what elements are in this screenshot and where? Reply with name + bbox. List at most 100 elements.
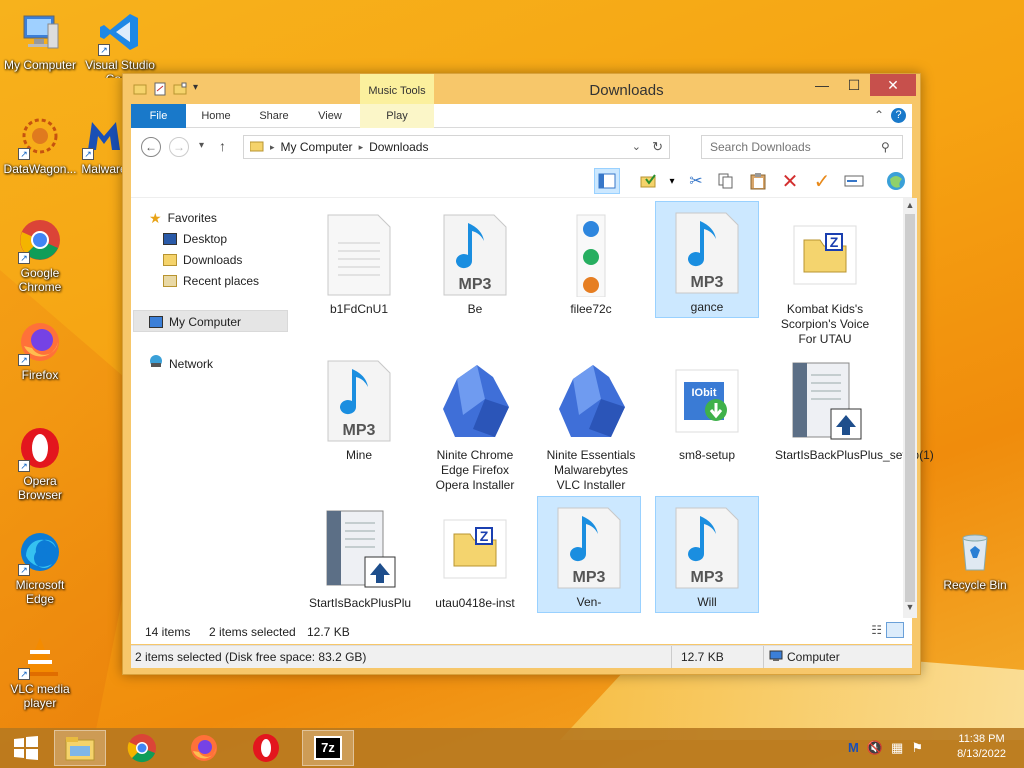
status-bar: 2 items selected (Disk free space: 83.2 … [131,645,912,668]
cut-icon[interactable]: ✂ [683,168,709,194]
tab-home[interactable]: Home [191,104,241,128]
chevron-up-icon[interactable]: ⌃ [874,108,884,122]
volume-muted-icon[interactable]: 🔇 [867,740,883,756]
recent-locations-chevron-icon[interactable]: ▾ [199,140,204,151]
tab-share[interactable]: Share [249,104,299,128]
breadcrumb-my-computer[interactable]: My Computer [281,140,353,154]
up-arrow-icon[interactable]: ↑ [219,138,226,154]
desktop-icon-vlc[interactable]: ↗ VLC media player [0,632,80,710]
action-center-icon[interactable]: ⚑ [911,740,923,756]
svg-text:IObit: IObit [691,387,716,399]
desktop-icon-opera[interactable]: ↗ Opera Browser [0,424,80,502]
file-item[interactable]: Z utau0418e-inst [423,498,527,613]
explorer-window[interactable]: ▾ Music Tools Downloads — ☐ ✕ File Home … [122,73,934,675]
breadcrumb-downloads[interactable]: Downloads [369,140,428,154]
preview-pane-icon[interactable] [594,168,620,194]
forward-button[interactable]: → [169,137,189,157]
file-name: Kombat Kids's Scorpion's Voice For UTAU [780,302,870,346]
maximize-button[interactable]: ☐ [838,74,870,96]
network-tray-icon[interactable]: ▦ [891,740,903,756]
desktop-icon-chrome[interactable]: ↗ Google Chrome [0,216,80,294]
refresh-icon[interactable]: ↻ [652,139,663,155]
scroll-down-icon[interactable]: ▼ [903,602,917,616]
nav-my-computer[interactable]: My Computer [149,312,241,332]
tab-view[interactable]: View [305,104,355,128]
file-item-selected[interactable]: MP3 gance [655,201,759,318]
file-name: sm8-setup [678,448,736,462]
svg-text:MP3: MP3 [459,276,492,293]
file-item[interactable]: filee72c [539,204,643,319]
start-button[interactable] [0,730,52,766]
system-tray: M 🔇 ▦ ⚑ [848,740,923,756]
tab-file[interactable]: File [131,104,186,128]
scrollbar-thumb[interactable] [905,214,915,602]
nav-downloads[interactable]: Downloads [163,250,242,270]
ninite-icon [543,354,639,448]
nav-favorites[interactable]: ★ Favorites [149,208,217,228]
taskbar-file-explorer[interactable] [54,730,106,766]
desktop-icon [163,233,177,245]
svg-text:Z: Z [480,528,489,544]
desktop-icon-datawagon[interactable]: ↗ DataWagon... [0,112,80,176]
tab-play[interactable]: Play [360,104,434,128]
vertical-scrollbar[interactable]: ▲ ▼ [903,198,917,618]
file-item[interactable]: IObit sm8-setup [655,350,759,465]
mp3-file-icon: MP3 [427,208,523,302]
mp3-file-icon: MP3 [311,354,407,448]
file-item[interactable]: Ninite Chrome Edge Firefox Opera Install… [423,350,527,495]
desktop-icon-recycle-bin[interactable]: Recycle Bin [935,528,1015,592]
desktop-icon-firefox[interactable]: ↗ Firefox [0,318,80,382]
details-view-icon[interactable]: ☷ [871,623,882,637]
large-icons-view-icon[interactable] [886,622,904,638]
chevron-down-icon[interactable]: ▾ [659,168,685,194]
copy-icon[interactable] [713,168,739,194]
help-icon[interactable]: ? [891,108,906,123]
search-input[interactable] [701,135,903,159]
nav-desktop[interactable]: Desktop [163,229,227,249]
taskbar-7zip[interactable]: 7z [302,730,354,766]
desktop-icon-malwarebytes[interactable]: ↗ Malware [80,112,128,176]
svg-text:MP3: MP3 [691,274,724,291]
status-selection-info: 2 items selected (Disk free space: 83.2 … [135,650,367,664]
compressed-folder-icon: Z [427,502,523,596]
taskbar-opera[interactable] [240,730,292,766]
selected-size: 12.7 KB [307,625,350,639]
checkmark-icon[interactable]: ✓ [809,168,835,194]
delete-icon[interactable]: ✕ [777,168,803,194]
file-item[interactable]: MP3 Be [423,204,527,319]
globe-icon[interactable] [883,168,909,194]
minimize-button[interactable]: — [806,74,838,96]
taskbar-firefox[interactable] [178,730,230,766]
desktop-icon-my-computer[interactable]: My Computer [0,8,80,72]
file-item-selected[interactable]: MP3 Will [655,496,759,613]
system-clock[interactable]: 11:38 PM 8/13/2022 [957,732,1006,762]
malwarebytes-tray-icon[interactable]: M [848,740,859,756]
file-item[interactable]: StartIsBackPlusPlus_setup(1) [773,350,934,465]
back-button[interactable]: ← [141,137,161,157]
installer-icon [777,354,873,448]
desktop-icon-edge[interactable]: ↗ Microsoft Edge [0,528,80,606]
address-box[interactable]: ▸ My Computer ▸ Downloads ⌄ ↻ [243,135,670,159]
nav-recent-places[interactable]: Recent places [163,271,259,291]
paste-icon[interactable] [745,168,771,194]
chevron-down-icon[interactable]: ⌄ [632,140,641,153]
file-item[interactable]: Ninite Essentials Malwarebytes VLC Insta… [539,350,643,495]
file-item[interactable]: b1FdCnU1 [307,204,411,319]
file-item[interactable]: MP3 Mine [307,350,411,465]
file-name: Will [697,595,717,609]
shortcut-arrow-icon: ↗ [98,44,110,56]
file-item[interactable]: Z Kombat Kids's Scorpion's Voice For UTA… [773,204,877,349]
desktop-icon-vscode[interactable]: ↗ Visual Studio Code [80,8,160,78]
computer-icon [16,8,64,56]
scroll-up-icon[interactable]: ▲ [903,200,917,214]
datawagon-icon: ↗ [16,112,64,160]
file-item-selected[interactable]: MP3 Ven- [537,496,641,613]
rename-icon[interactable] [841,168,867,194]
file-item[interactable]: StartIsBackPlusPlus_setup [307,498,411,616]
nav-network[interactable]: Network [149,354,213,374]
taskbar-chrome[interactable] [116,730,168,766]
status-location: Computer [787,650,840,664]
close-button[interactable]: ✕ [870,74,916,96]
title-bar[interactable]: ▾ Music Tools Downloads — ☐ ✕ [123,74,920,104]
search-icon[interactable]: ⚲ [881,140,890,154]
